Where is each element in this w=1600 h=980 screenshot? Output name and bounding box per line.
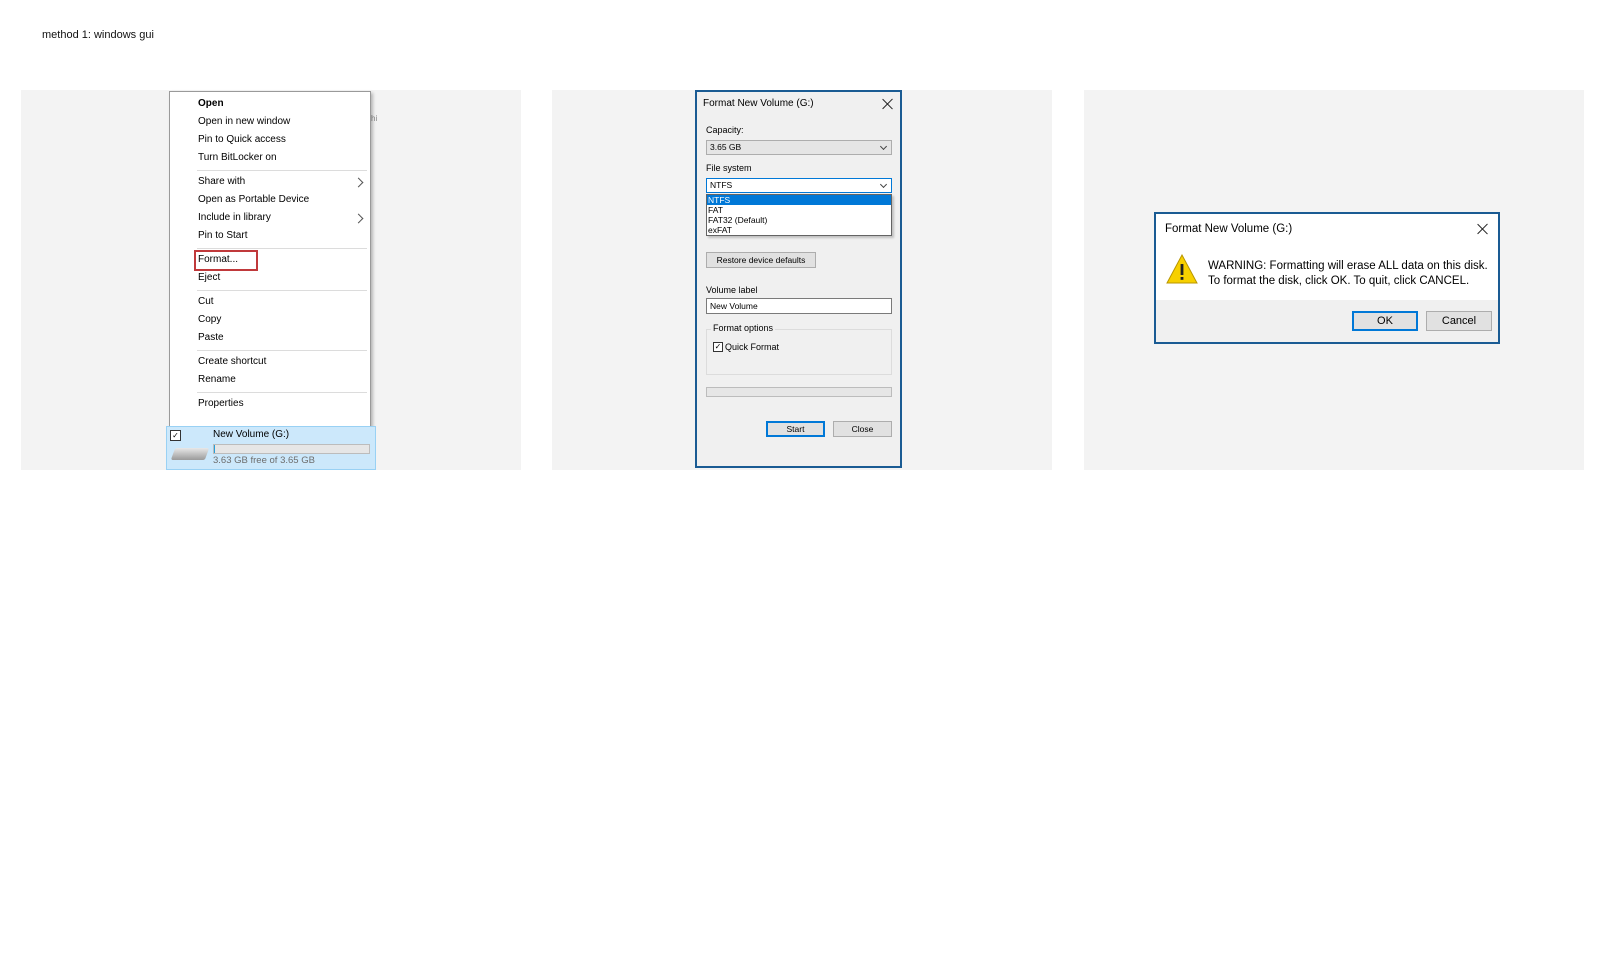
warning-dialog: Format New Volume (G:) WARNING: Formatti… [1154,212,1500,344]
warning-icon [1166,254,1198,284]
drive-checkbox[interactable]: ✓ [170,430,181,441]
menu-item-create-shortcut[interactable]: Create shortcut [198,354,266,370]
dialog-title: Format New Volume (G:) [703,98,814,109]
menu-item-open[interactable]: Open [198,96,224,112]
explorer-context-menu-panel: hi Open Open in new window Pin to Quick … [21,90,521,470]
menu-item-label: Share with [198,176,246,187]
close-icon[interactable] [882,98,894,110]
menu-item-eject[interactable]: Eject [198,270,220,286]
menu-separator [197,248,367,249]
filesystem-option-exfat[interactable]: exFAT [707,225,891,235]
menu-item-paste[interactable]: Paste [198,330,224,346]
chevron-down-icon [879,180,888,189]
filesystem-select[interactable]: NTFS [706,178,892,193]
ok-button[interactable]: OK [1352,311,1418,331]
menu-item-open-portable-device[interactable]: Open as Portable Device [198,192,309,208]
drive-name: New Volume (G:) [213,429,290,440]
start-button[interactable]: Start [766,421,825,437]
quick-format-label: Quick Format [725,342,780,352]
drive-item-selected[interactable]: ✓ New Volume (G:) 3.63 GB free of 3.65 G… [166,426,376,470]
restore-defaults-button[interactable]: Restore device defaults [706,252,816,268]
quick-format-checkbox[interactable]: ✓ [713,342,723,352]
close-button[interactable]: Close [833,421,892,437]
context-menu: Open Open in new window Pin to Quick acc… [169,91,371,427]
filesystem-option-fat[interactable]: FAT [707,205,891,215]
format-dialog-panel: Format New Volume (G:) Capacity: 3.65 GB… [552,90,1052,470]
menu-item-rename[interactable]: Rename [198,372,236,388]
format-options-label: Format options [711,323,776,333]
volume-label-input[interactable]: New Volume [706,298,892,314]
chevron-down-icon [879,142,888,151]
menu-separator [197,350,367,351]
menu-item-open-new-window[interactable]: Open in new window [198,114,290,130]
page-heading: method 1: windows gui [42,29,154,41]
menu-separator [197,392,367,393]
menu-item-include-in-library[interactable]: Include in library [198,210,368,226]
background-fragment-text: hi [371,114,378,123]
cancel-button[interactable]: Cancel [1426,311,1492,331]
filesystem-dropdown-list: NTFS FAT FAT32 (Default) exFAT [706,194,892,236]
format-progress-bar [706,387,892,397]
menu-item-copy[interactable]: Copy [198,312,221,328]
warning-dialog-panel: Format New Volume (G:) WARNING: Formatti… [1084,90,1584,470]
format-options-group [706,329,892,375]
drive-usage-bar [213,444,370,454]
capacity-value: 3.65 GB [710,142,742,152]
menu-separator [197,170,367,171]
menu-item-pin-to-start[interactable]: Pin to Start [198,228,247,244]
warning-message-line-2: To format the disk, click OK. To quit, c… [1208,275,1470,287]
menu-item-turn-bitlocker-on[interactable]: Turn BitLocker on [198,150,277,166]
warning-message: WARNING: Formatting will erase ALL data … [1208,259,1488,289]
volume-label-label: Volume label [706,285,758,295]
capacity-label: Capacity: [706,125,744,135]
close-icon[interactable] [1477,223,1489,235]
highlight-box-format [194,250,258,271]
menu-item-properties[interactable]: Properties [198,396,244,412]
warning-message-line-1: WARNING: Formatting will erase ALL data … [1208,260,1488,272]
menu-item-pin-quick-access[interactable]: Pin to Quick access [198,132,286,148]
drive-usage-fill [214,445,215,453]
format-dialog: Format New Volume (G:) Capacity: 3.65 GB… [695,90,902,468]
filesystem-option-ntfs[interactable]: NTFS [707,195,891,205]
menu-separator [197,290,367,291]
usb-drive-icon [170,448,210,460]
drive-free-space: 3.63 GB free of 3.65 GB [213,455,315,466]
filesystem-value: NTFS [710,180,733,190]
dialog-title: Format New Volume (G:) [1165,223,1293,235]
filesystem-option-fat32[interactable]: FAT32 (Default) [707,215,891,225]
capacity-select[interactable]: 3.65 GB [706,140,892,155]
menu-item-share-with[interactable]: Share with [198,174,368,190]
menu-item-label: Include in library [198,212,271,223]
dialog-footer: OK Cancel [1156,300,1498,342]
filesystem-label: File system [706,163,752,173]
menu-item-cut[interactable]: Cut [198,294,214,310]
